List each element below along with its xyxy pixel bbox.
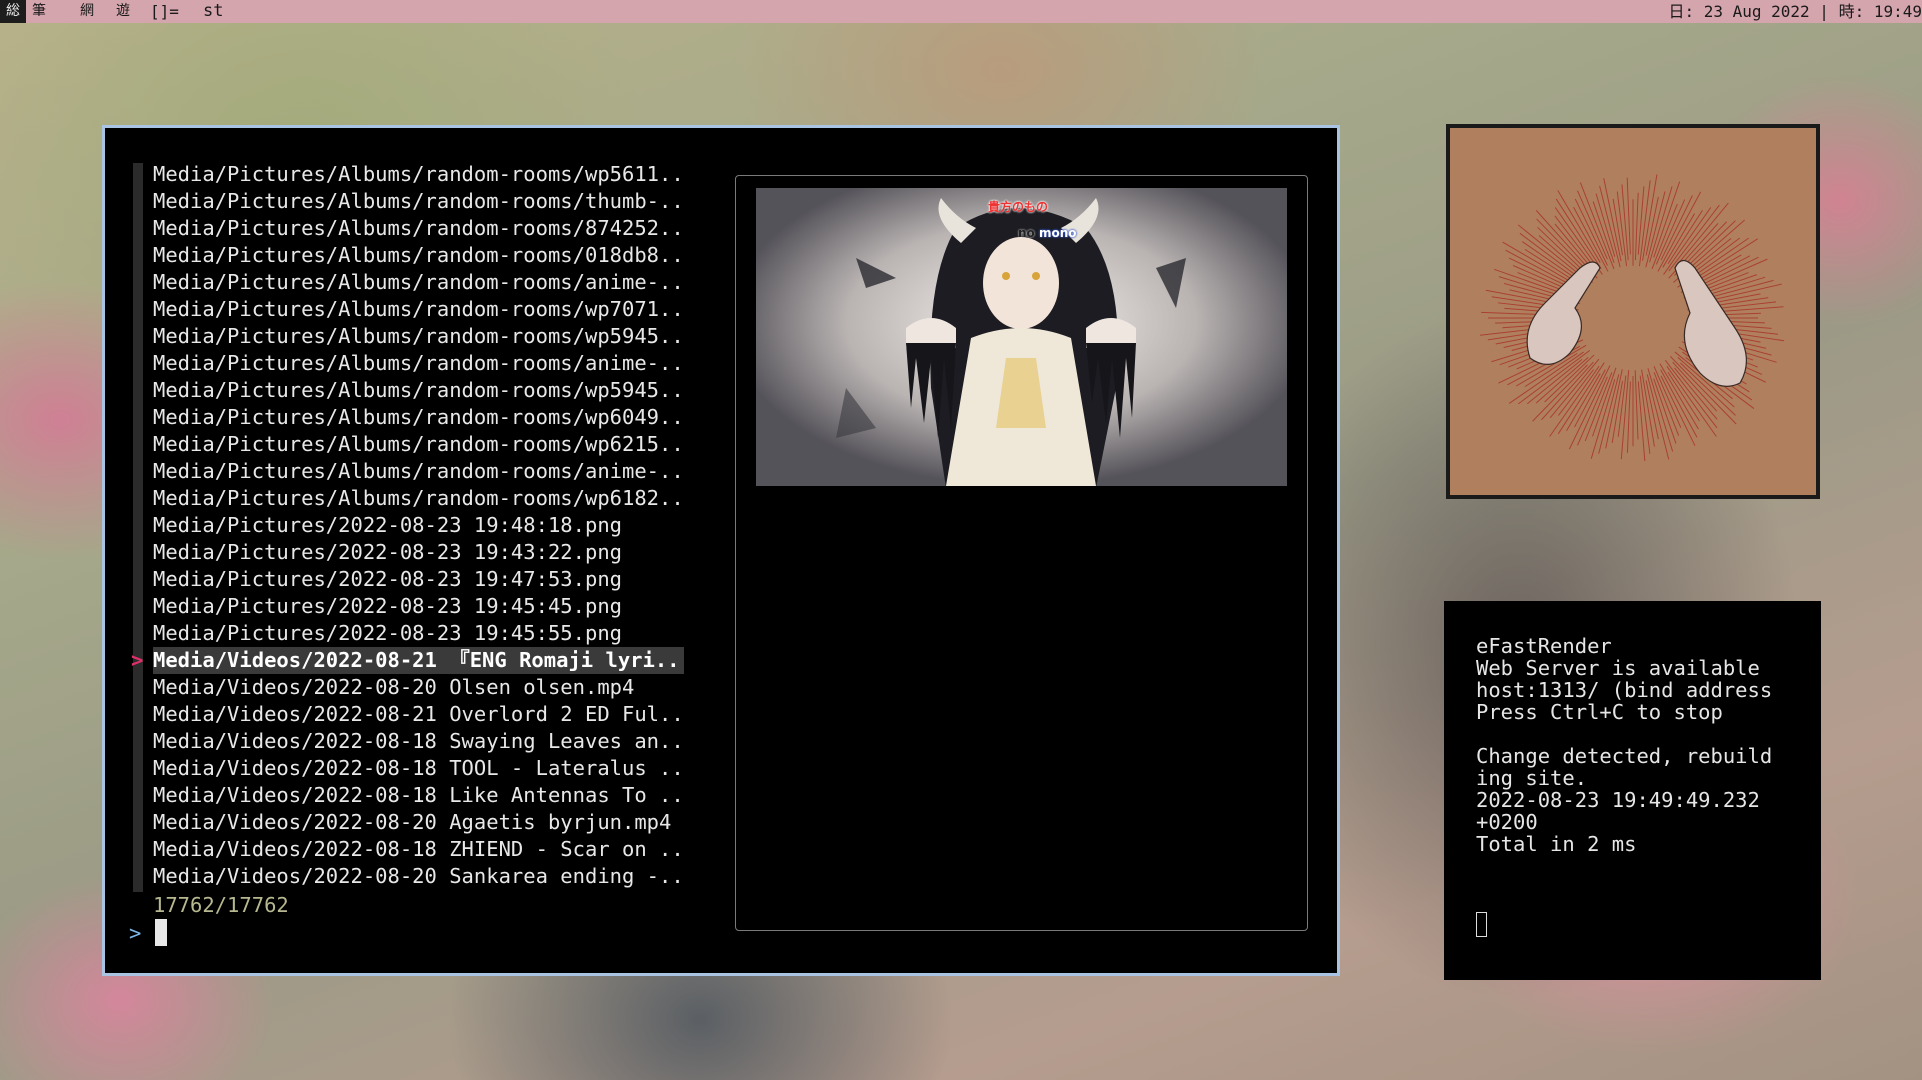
fzf-item-path: Media/Pictures/2022-08-23 19:43:22.png	[153, 540, 622, 564]
fzf-list-item[interactable]: Media/Pictures/Albums/random-rooms/wp621…	[133, 431, 715, 458]
text-cursor[interactable]	[155, 919, 167, 946]
fzf-item-path: Media/Pictures/Albums/random-rooms/thumb…	[153, 189, 684, 213]
fzf-item-path: Media/Pictures/Albums/random-rooms/wp707…	[153, 297, 684, 321]
fzf-item-path: Media/Videos/2022-08-20 Sankarea ending …	[153, 864, 684, 888]
fzf-item-path: Media/Videos/2022-08-21 Overlord 2 ED Fu…	[153, 702, 684, 726]
fzf-list-item[interactable]: Media/Videos/2022-08-18 Like Antennas To…	[133, 782, 715, 809]
fzf-list-item[interactable]: Media/Pictures/2022-08-23 19:45:55.png	[133, 620, 715, 647]
fzf-list-item[interactable]: Media/Pictures/Albums/random-rooms/87425…	[133, 215, 715, 242]
fzf-list-item[interactable]: Media/Pictures/Albums/random-rooms/anime…	[133, 458, 715, 485]
fzf-list-item[interactable]: Media/Pictures/Albums/random-rooms/wp594…	[133, 377, 715, 404]
fzf-list-item[interactable]: Media/Pictures/Albums/random-rooms/wp604…	[133, 404, 715, 431]
fzf-list-item[interactable]: Media/Pictures/Albums/random-rooms/wp707…	[133, 296, 715, 323]
fzf-list-item[interactable]: Media/Videos/2022-08-18 TOOL - Lateralus…	[133, 755, 715, 782]
text-cursor[interactable]	[1476, 912, 1487, 937]
fzf-item-path: Media/Pictures/2022-08-23 19:48:18.png	[153, 513, 622, 537]
fzf-item-path: Media/Videos/2022-08-18 ZHIEND - Scar on…	[153, 837, 684, 861]
fzf-list-item[interactable]: Media/Pictures/Albums/random-rooms/thumb…	[133, 188, 715, 215]
fzf-preview-pane: 貴方のもの no mono	[735, 175, 1308, 931]
fzf-item-path: Media/Pictures/Albums/random-rooms/anime…	[153, 351, 684, 375]
workspace-tag-3[interactable]: 網	[74, 0, 100, 23]
date-time-status: 日: 23 Aug 2022 | 時: 19:49	[1668, 2, 1922, 21]
fzf-list-item[interactable]: Media/Pictures/Albums/random-rooms/wp618…	[133, 485, 715, 512]
fzf-item-path: Media/Pictures/Albums/random-rooms/wp594…	[153, 378, 684, 402]
fzf-list-item[interactable]: Media/Pictures/2022-08-23 19:48:18.png	[133, 512, 715, 539]
fzf-match-count: 17762/17762	[153, 893, 289, 917]
album-art-window[interactable]	[1446, 124, 1820, 499]
server-output-line: Press Ctrl+C to stop	[1476, 700, 1723, 724]
subtitle-romaji-b: mono	[1038, 226, 1077, 240]
fzf-item-path: Media/Pictures/2022-08-23 19:45:55.png	[153, 621, 622, 645]
fzf-list-item[interactable]: Media/Pictures/Albums/random-rooms/anime…	[133, 269, 715, 296]
fzf-list-item[interactable]: Media/Pictures/Albums/random-rooms/wp594…	[133, 323, 715, 350]
fzf-item-path: Media/Pictures/Albums/random-rooms/wp594…	[153, 324, 684, 348]
hands-sunburst-artwork	[1480, 174, 1785, 462]
fzf-item-path: Media/Pictures/Albums/random-rooms/wp618…	[153, 486, 684, 510]
fzf-list-item[interactable]: Media/Videos/2022-08-21 Overlord 2 ED Fu…	[133, 701, 715, 728]
fzf-item-path: Media/Pictures/Albums/random-rooms/87425…	[153, 216, 684, 240]
album-cover	[1450, 128, 1816, 495]
fzf-item-path: Media/Videos/2022-08-18 Like Antennas To…	[153, 783, 684, 807]
fzf-list-item[interactable]: Media/Videos/2022-08-20 Olsen olsen.mp4	[133, 674, 715, 701]
fzf-item-path: Media/Pictures/Albums/random-rooms/018db…	[153, 243, 684, 267]
fzf-item-path: Media/Videos/2022-08-18 Swaying Leaves a…	[153, 729, 684, 753]
workspace-tag-1[interactable]: 総	[0, 0, 26, 23]
fzf-result-list[interactable]: Media/Pictures/Albums/random-rooms/wp561…	[131, 161, 715, 890]
status-bar: 総 筆 網 遊 []= st 日: 23 Aug 2022 | 時: 19:49	[0, 0, 1922, 23]
fzf-item-path: Media/Pictures/Albums/random-rooms/anime…	[153, 459, 684, 483]
fzf-item-path: Media/Videos/2022-08-21 『ENG Romaji lyri…	[153, 647, 684, 674]
fzf-item-path: Media/Videos/2022-08-18 TOOL - Lateralus…	[153, 756, 684, 780]
fzf-list-item[interactable]: Media/Pictures/Albums/random-rooms/wp561…	[133, 161, 715, 188]
fzf-item-path: Media/Pictures/Albums/random-rooms/wp621…	[153, 432, 684, 456]
workspace-tag-2[interactable]: 筆	[26, 0, 52, 23]
fzf-item-path: Media/Pictures/Albums/random-rooms/wp561…	[153, 162, 684, 186]
server-output-line: Total in 2 ms	[1476, 832, 1637, 856]
fzf-prompt: >	[129, 921, 142, 945]
subtitle-line-2: no mono	[1018, 226, 1077, 240]
fzf-item-path: Media/Pictures/2022-08-23 19:47:53.png	[153, 567, 622, 591]
terminal-window-server[interactable]: eFastRender Web Server is available host:1…	[1444, 601, 1821, 980]
subtitle-romaji-a: no	[1018, 226, 1035, 240]
fzf-selected-item[interactable]: > Media/Videos/2022-08-21 『ENG Romaji lyr…	[131, 647, 715, 674]
fzf-list-item[interactable]: Media/Pictures/Albums/random-rooms/anime…	[133, 350, 715, 377]
fzf-list-item[interactable]: Media/Pictures/Albums/random-rooms/018db…	[133, 242, 715, 269]
fzf-item-path: Media/Pictures/Albums/random-rooms/anime…	[153, 270, 684, 294]
window-title: st	[203, 1, 224, 21]
fzf-list-item[interactable]: Media/Pictures/2022-08-23 19:45:45.png	[133, 593, 715, 620]
fzf-pointer: >	[131, 648, 144, 672]
fzf-item-path: Media/Pictures/2022-08-23 19:45:45.png	[153, 594, 622, 618]
fzf-list-item[interactable]: Media/Videos/2022-08-18 Swaying Leaves a…	[133, 728, 715, 755]
subtitle-line-1: 貴方のもの	[988, 200, 1049, 214]
terminal-window-fzf[interactable]: Media/Pictures/Albums/random-rooms/wp561…	[102, 125, 1340, 976]
fzf-list-item[interactable]: Media/Videos/2022-08-18 ZHIEND - Scar on…	[133, 836, 715, 863]
fzf-list-item[interactable]: Media/Videos/2022-08-20 Agaetis byrjun.m…	[133, 809, 715, 836]
workspace-tag-4[interactable]: 遊	[110, 0, 136, 23]
fzf-list-item[interactable]: Media/Pictures/2022-08-23 19:47:53.png	[133, 566, 715, 593]
fzf-item-path: Media/Videos/2022-08-20 Agaetis byrjun.m…	[153, 810, 672, 834]
fzf-item-path: Media/Pictures/Albums/random-rooms/wp604…	[153, 405, 684, 429]
video-thumbnail: 貴方のもの no mono	[756, 188, 1287, 486]
fzf-item-path: Media/Videos/2022-08-20 Olsen olsen.mp4	[153, 675, 635, 699]
fzf-list-item[interactable]: Media/Pictures/2022-08-23 19:43:22.png	[133, 539, 715, 566]
fzf-list-item[interactable]: Media/Videos/2022-08-20 Sankarea ending …	[133, 863, 715, 890]
layout-indicator[interactable]: []=	[150, 0, 179, 23]
